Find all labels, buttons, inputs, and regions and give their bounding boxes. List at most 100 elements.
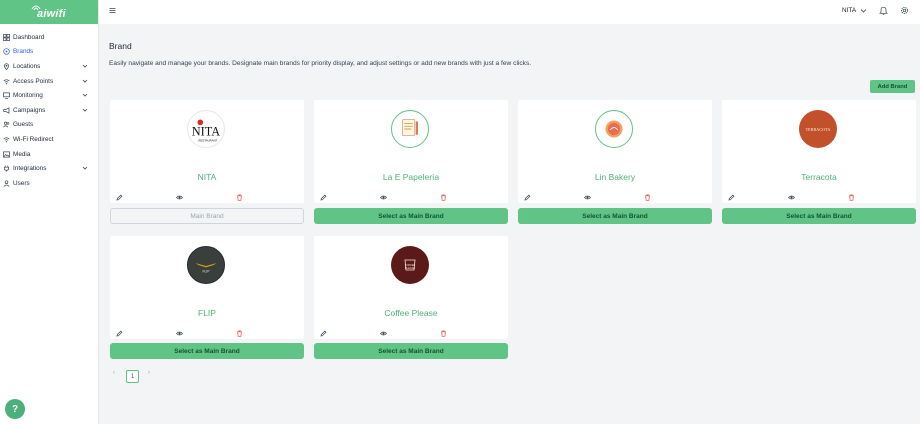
sidebar-item-users[interactable]: Users: [0, 176, 98, 191]
edit-icon[interactable]: [116, 194, 123, 201]
main-brand-button[interactable]: Main Brand: [110, 208, 304, 224]
delete-icon[interactable]: [440, 194, 447, 201]
gear-icon[interactable]: [900, 6, 909, 15]
pagination-next[interactable]: ›: [148, 370, 150, 376]
sidebar-item-label: Brands: [13, 48, 34, 56]
view-icon[interactable]: [584, 194, 591, 201]
bell-icon[interactable]: [879, 6, 888, 15]
sidebar-item-integrations[interactable]: Integrations: [0, 161, 98, 176]
edit-icon[interactable]: [524, 194, 531, 201]
add-brand-button[interactable]: Add Brand: [870, 80, 915, 93]
svg-text:FLIP: FLIP: [203, 270, 211, 274]
edit-icon[interactable]: [116, 330, 123, 337]
svg-text:RESTAURANT: RESTAURANT: [198, 138, 217, 142]
sidebar-item-guests[interactable]: Guests: [0, 118, 98, 133]
brand-card: COFFEE PLEASE Coffee Please: [314, 236, 508, 339]
brand-card: Lin Bakery: [518, 100, 712, 203]
brand-logo: FLIP: [187, 246, 225, 284]
pagination-prev[interactable]: ‹: [113, 370, 115, 376]
edit-icon[interactable]: [728, 194, 735, 201]
redirect-icon: [3, 137, 10, 143]
view-icon[interactable]: [788, 194, 795, 201]
delete-icon[interactable]: [236, 194, 243, 201]
app-logo[interactable]: aiwifi: [0, 0, 98, 24]
svg-text:NITA: NITA: [192, 125, 221, 139]
delete-icon[interactable]: [644, 194, 651, 201]
select-main-brand-button[interactable]: Select as Main Brand: [314, 343, 508, 359]
view-icon[interactable]: [380, 194, 387, 201]
coffee-please-logo-image: COFFEE PLEASE: [404, 259, 416, 271]
edit-icon[interactable]: [320, 330, 327, 337]
pagination-page-1[interactable]: 1: [126, 370, 139, 383]
view-icon[interactable]: [176, 330, 183, 337]
topbar: NITA: [99, 0, 920, 24]
select-main-brand-button[interactable]: Select as Main Brand: [314, 208, 508, 224]
sidebar-item-wifi-redirect[interactable]: Wi-Fi Redirect: [0, 132, 98, 147]
brand-card: NITA RESTAURANT NITA: [110, 100, 304, 203]
app-logo-text: aiwifi: [37, 8, 66, 20]
papeleria-logo-image: [402, 119, 419, 137]
chevron-down-icon[interactable]: [860, 7, 867, 14]
sidebar-item-dashboard[interactable]: Dashboard: [0, 30, 98, 45]
brand-name: Terracota: [801, 172, 837, 182]
view-icon[interactable]: [176, 194, 183, 201]
sidebar-nav: Dashboard Brands Locations Access Points…: [0, 30, 98, 191]
select-main-brand-button[interactable]: Select as Main Brand: [722, 208, 916, 224]
chevron-down-icon: [82, 167, 88, 170]
brand-name: La E Papelería: [382, 172, 440, 182]
sidebar-item-monitoring[interactable]: Monitoring: [0, 88, 98, 103]
users-icon: [3, 121, 10, 128]
lin-bakery-logo-image: [605, 120, 623, 138]
svg-text:PLEASE: PLEASE: [405, 266, 415, 270]
brand-name: Lin Bakery: [594, 172, 636, 182]
delete-icon[interactable]: [236, 330, 243, 337]
sidebar-item-label: Dashboard: [13, 33, 45, 41]
brand-logo: NITA RESTAURANT: [187, 110, 225, 148]
svg-text:TERRACOTA: TERRACOTA: [806, 127, 831, 132]
chevron-down-icon: [82, 94, 88, 97]
sidebar-item-campaigns[interactable]: Campaigns: [0, 103, 98, 118]
brand-card: La E Papelería: [314, 100, 508, 203]
sidebar-item-label: Guests: [13, 121, 34, 129]
sidebar-item-label: Media: [13, 150, 31, 158]
sidebar-item-label: Wi-Fi Redirect: [13, 135, 54, 143]
sidebar-item-media[interactable]: Media: [0, 147, 98, 162]
terracota-logo-image: TERRACOTA: [806, 127, 831, 132]
edit-icon[interactable]: [320, 194, 327, 201]
delete-icon[interactable]: [440, 330, 447, 337]
brand-icon: [3, 48, 10, 56]
sidebar-item-label: Locations: [13, 62, 41, 70]
help-button[interactable]: ?: [5, 399, 25, 419]
chevron-down-icon: [82, 79, 88, 83]
chevron-down-icon: [82, 108, 88, 112]
brand-logo: COFFEE PLEASE: [391, 246, 429, 284]
user-icon: [3, 180, 10, 187]
brand-name: Coffee Please: [384, 308, 438, 318]
sidebar-item-access-points[interactable]: Access Points: [0, 74, 98, 89]
sidebar-item-brands[interactable]: Brands: [0, 45, 98, 60]
user-menu-name[interactable]: NITA: [842, 7, 856, 14]
brand-card: FLIP FLIP: [110, 236, 304, 339]
menu-toggle-icon[interactable]: [109, 7, 116, 14]
brand-name: FLIP: [198, 308, 216, 318]
sidebar-item-label: Monitoring: [13, 92, 43, 100]
brand-name: NITA: [197, 172, 217, 182]
delete-icon[interactable]: [848, 194, 855, 201]
megaphone-icon: [3, 107, 10, 114]
select-main-brand-button[interactable]: Select as Main Brand: [518, 208, 712, 224]
page-description: Easily navigate and manage your brands. …: [109, 60, 532, 67]
page-title: Brand: [109, 41, 132, 51]
select-main-brand-button[interactable]: Select as Main Brand: [110, 343, 304, 359]
nita-logo-image: NITA RESTAURANT: [192, 119, 221, 142]
sidebar: aiwifi Dashboard Brands Locations Access…: [0, 0, 99, 424]
sidebar-item-locations[interactable]: Locations: [0, 59, 98, 74]
pin-icon: [4, 63, 9, 70]
view-icon[interactable]: [380, 330, 387, 337]
brand-logo: [595, 110, 633, 148]
sidebar-item-label: Integrations: [13, 165, 47, 173]
sidebar-item-label: Users: [13, 179, 30, 187]
monitor-icon: [3, 92, 10, 99]
sidebar-item-label: Access Points: [13, 77, 54, 85]
help-label: ?: [11, 403, 19, 415]
plug-icon: [3, 165, 10, 172]
